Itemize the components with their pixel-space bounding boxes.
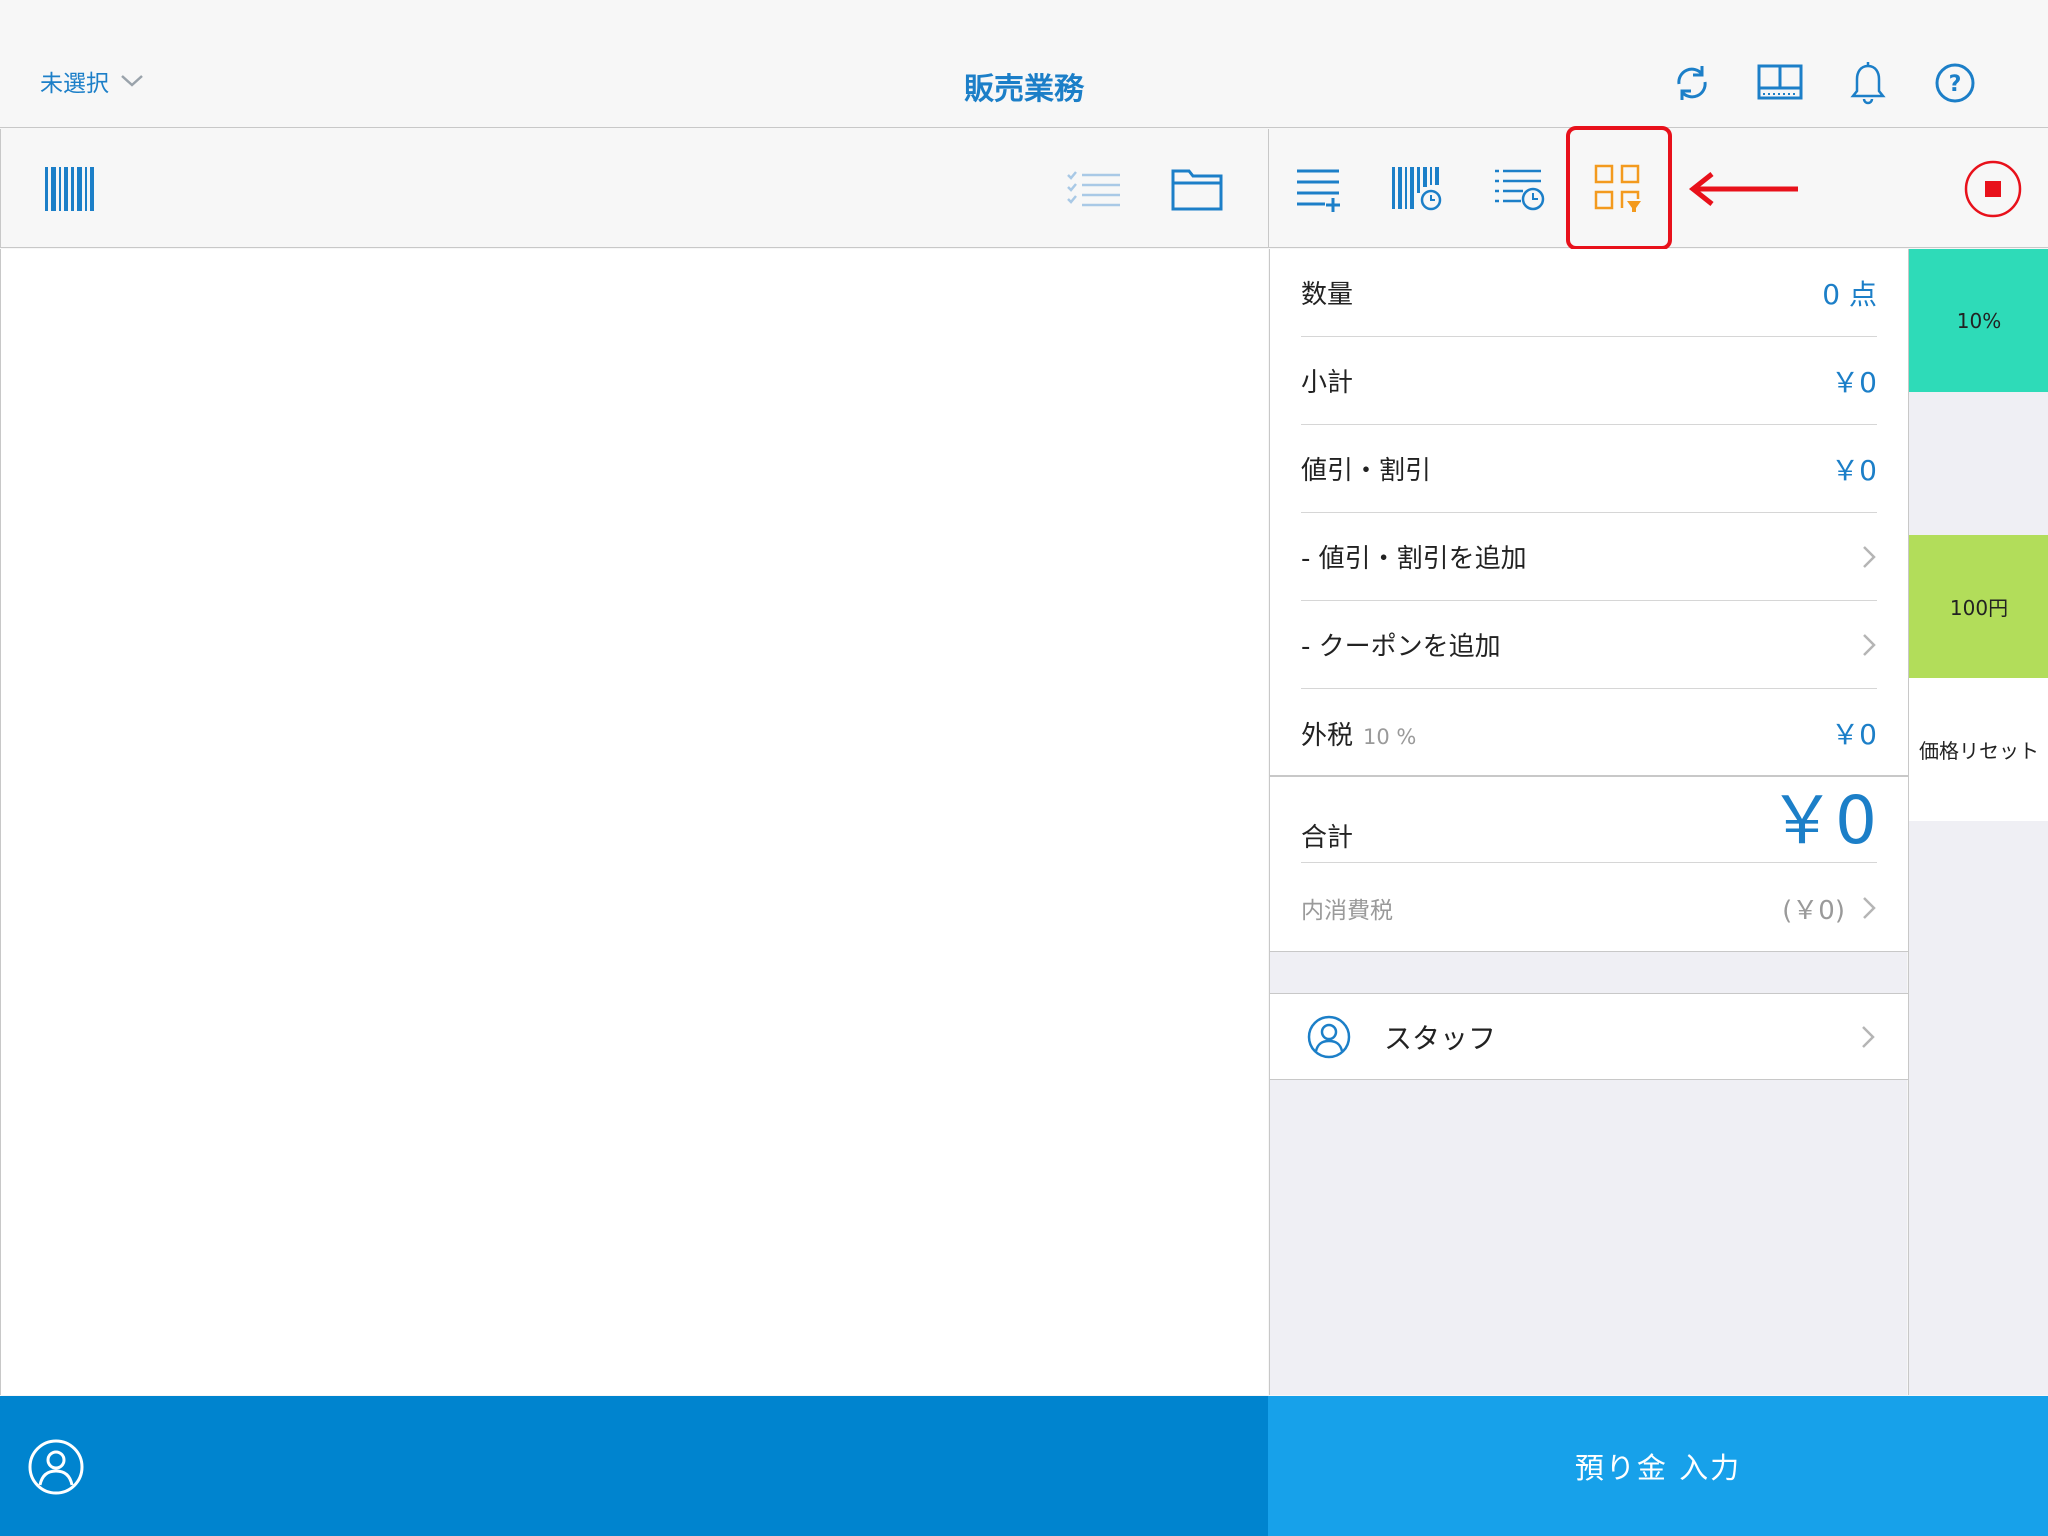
folder-icon[interactable] <box>1169 165 1225 213</box>
external-tax-row: 外税 10 % ￥0 <box>1301 689 1877 777</box>
list-history-icon[interactable] <box>1491 163 1547 215</box>
total-label: 合計 <box>1301 823 1354 853</box>
staff-label: スタッフ <box>1384 1021 1497 1055</box>
stop-icon[interactable] <box>1963 159 2023 219</box>
help-icon[interactable]: ? <box>1930 58 1980 108</box>
sync-icon[interactable] <box>1667 58 1717 108</box>
quantity-row: 数量 0 点 <box>1301 249 1877 337</box>
chevron-right-icon <box>1863 633 1876 656</box>
staff-avatar-icon <box>1307 1015 1351 1058</box>
subtotal-row: 小計 ￥0 <box>1301 337 1877 425</box>
cart-item-list <box>0 249 1268 1395</box>
internal-tax-row[interactable]: 内消費税 (￥0) <box>1301 864 1877 952</box>
bell-icon[interactable] <box>1843 58 1893 108</box>
chevron-right-icon <box>1863 545 1876 568</box>
quick-button-10-percent[interactable]: 10% <box>1909 249 2048 392</box>
svg-text:?: ? <box>1949 72 1962 97</box>
display-icon[interactable] <box>1755 58 1805 108</box>
customer-avatar-icon[interactable] <box>27 1438 85 1496</box>
quantity-label: 数量 <box>1301 280 1354 310</box>
discount-label: 値引・割引 <box>1301 456 1432 486</box>
quick-button-empty <box>1909 392 2048 535</box>
quick-button-panel: 10% 100円 価格リセット <box>1908 249 2048 1395</box>
add-discount-label: - 値引・割引を追加 <box>1301 544 1527 574</box>
chevron-right-icon <box>1862 1025 1875 1048</box>
discount-row: 値引・割引 ￥0 <box>1301 425 1877 513</box>
navigation-bar: 未選択 販売業務 ? <box>0 0 2048 128</box>
subtotal-value: ￥0 <box>1831 365 1877 399</box>
add-coupon-label: - クーポンを追加 <box>1301 632 1501 662</box>
checklist-icon[interactable] <box>1063 165 1125 213</box>
summary-panel: 数量 0 点 小計 ￥0 値引・割引 ￥0 - 値引・割引を追加 - クーポンを… <box>1269 249 1908 1395</box>
quick-button-100-yen[interactable]: 100円 <box>1909 535 2048 678</box>
staff-row[interactable]: スタッフ <box>1270 993 1908 1080</box>
internal-tax-label: 内消費税 <box>1301 898 1393 924</box>
add-list-icon[interactable] <box>1293 161 1345 217</box>
discount-value: ￥0 <box>1831 453 1877 487</box>
add-coupon-row[interactable]: - クーポンを追加 <box>1301 601 1877 689</box>
total-value: ￥0 <box>1769 782 1877 859</box>
page-title: 販売業務 <box>964 72 1084 107</box>
barcode-icon[interactable] <box>41 161 99 217</box>
subtotal-label: 小計 <box>1301 368 1354 398</box>
external-tax-label: 外税 <box>1301 720 1354 751</box>
deposit-input-button[interactable]: 預り金 入力 <box>1268 1396 2048 1536</box>
total-row: 合計 ￥0 <box>1301 777 1877 863</box>
cart-toolbar <box>0 129 1268 248</box>
annotation-highlight-box <box>1566 126 1672 250</box>
annotation-arrow-icon <box>1688 172 1798 206</box>
quantity-value: 0 点 <box>1822 277 1877 311</box>
totals-card: 数量 0 点 小計 ￥0 値引・割引 ￥0 - 値引・割引を追加 - クーポンを… <box>1270 249 1908 952</box>
customer-bar <box>0 1396 1268 1536</box>
quick-button-price-reset[interactable]: 価格リセット <box>1909 678 2048 821</box>
deposit-input-label: 預り金 入力 <box>1574 1451 1742 1485</box>
external-tax-rate: 10 % <box>1363 724 1417 749</box>
external-tax-value: ￥0 <box>1831 718 1877 751</box>
barcode-history-icon[interactable] <box>1389 163 1445 215</box>
internal-tax-value: (￥0) <box>1782 895 1845 926</box>
chevron-right-icon <box>1863 897 1876 919</box>
add-discount-row[interactable]: - 値引・割引を追加 <box>1301 513 1877 601</box>
